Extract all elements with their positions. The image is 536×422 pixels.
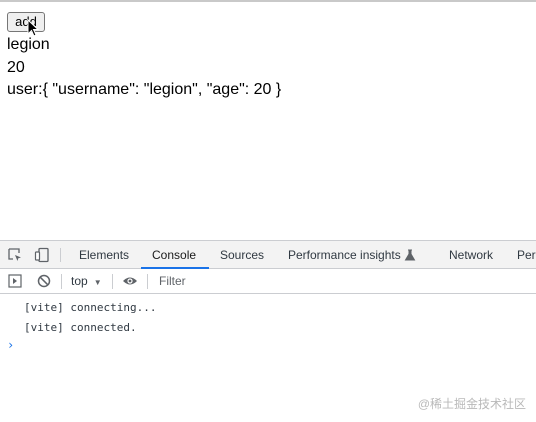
toolbar-separator (61, 274, 62, 289)
flask-icon (404, 249, 416, 261)
devtools-panel: Elements Console Sources Performance ins… (0, 240, 536, 422)
tab-console[interactable]: Console (152, 241, 196, 269)
console-output: [vite] connecting... [vite] connected. ›… (0, 294, 536, 422)
inspect-element-icon[interactable] (7, 247, 23, 263)
user-json-text: user:{ "username": "legion", "age": 20 } (7, 81, 282, 98)
live-expression-eye-icon[interactable] (122, 274, 138, 288)
console-toolbar: top ▼ (0, 269, 536, 294)
tab-sources[interactable]: Sources (220, 241, 264, 269)
tab-elements[interactable]: Elements (79, 241, 129, 269)
tab-performance-insights[interactable]: Performance insights (288, 241, 401, 269)
filter-input[interactable] (150, 271, 536, 291)
devtools-tab-bar: Elements Console Sources Performance ins… (0, 240, 536, 269)
toolbar-separator (147, 274, 148, 289)
context-label: top (71, 274, 88, 288)
toolbar-separator (112, 274, 113, 289)
tab-separator (60, 248, 61, 262)
add-button[interactable]: add (7, 12, 45, 32)
sidebar-toggle-icon[interactable] (8, 274, 22, 288)
tab-network[interactable]: Network (449, 241, 493, 269)
clear-console-icon[interactable] (37, 274, 51, 288)
name-text: legion (7, 36, 50, 53)
context-selector[interactable]: top ▼ (71, 269, 102, 293)
tab-performance[interactable]: Per (517, 241, 536, 269)
watermark: @稀土掘金技术社区 (417, 397, 526, 411)
device-toolbar-icon[interactable] (34, 247, 50, 263)
dropdown-arrow-icon: ▼ (93, 278, 102, 287)
console-message: [vite] connecting... (24, 301, 157, 314)
page-content: add legion 20 user:{ "username": "legion… (0, 0, 536, 240)
age-text: 20 (7, 59, 25, 76)
console-message: [vite] connected. (24, 321, 137, 334)
console-prompt[interactable]: › (7, 338, 14, 352)
